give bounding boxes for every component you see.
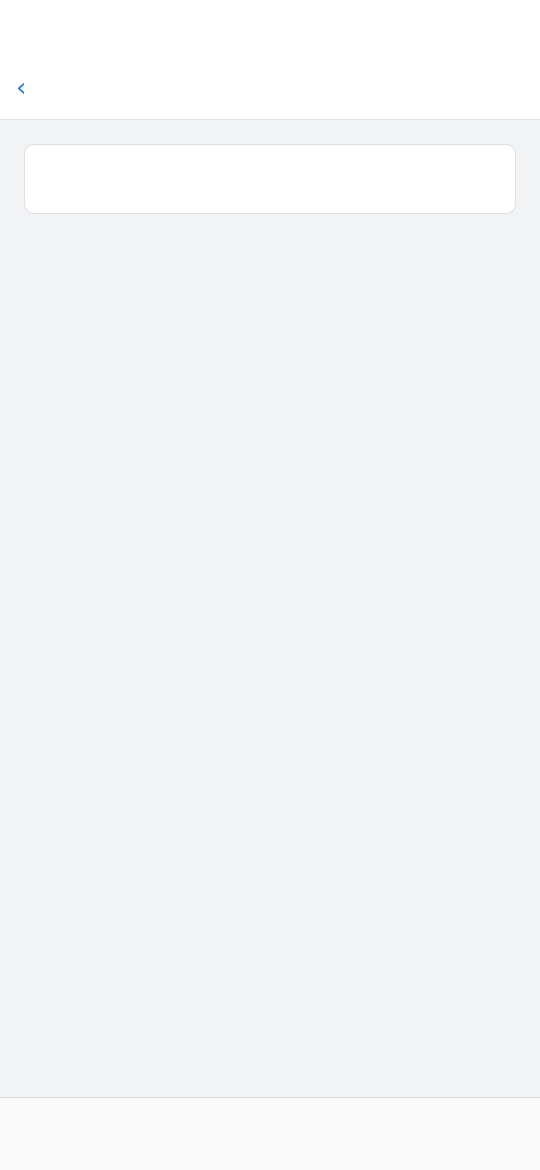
placeholder-card [24,144,516,214]
back-arrow-icon[interactable]: ‹ [16,73,52,103]
nav-bar: ‹ [0,56,540,120]
main-content [0,120,540,238]
bottom-navigation [0,1097,540,1170]
status-bar [0,0,540,56]
